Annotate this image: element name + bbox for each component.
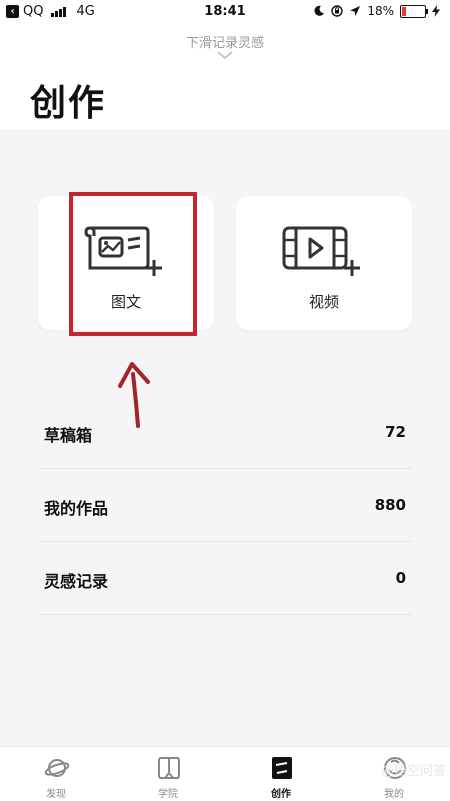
highlight-annotation-box: [69, 192, 197, 336]
list-item-count: 0: [395, 569, 406, 587]
tab-label: 发现: [46, 789, 66, 800]
tab-create[interactable]: 创作: [225, 747, 337, 801]
content-list: 草稿箱 72 我的作品 880 灵感记录 0: [38, 396, 412, 615]
battery-fill: [402, 6, 406, 16]
create-video-card[interactable]: 视频: [236, 196, 412, 330]
tab-academy[interactable]: 学院: [112, 747, 224, 801]
tab-label: 创作: [271, 789, 291, 800]
page-title: 创作: [30, 83, 107, 124]
page-header: 下滑记录灵感 创作: [0, 24, 450, 131]
card-label-video: 视频: [308, 293, 339, 311]
list-item-label: 灵感记录: [44, 572, 109, 591]
planet-icon: [44, 759, 70, 777]
battery-icon: [400, 4, 428, 18]
create-icon: [272, 757, 292, 779]
status-right: 18%: [313, 4, 440, 18]
chevron-down-icon: [217, 51, 233, 60]
location-icon: [350, 6, 361, 16]
charging-icon: [432, 5, 440, 17]
video-add-icon: [282, 226, 360, 276]
tab-label: 学院: [158, 789, 178, 800]
tab-label: 我的: [384, 789, 404, 800]
list-item-label: 草稿箱: [44, 426, 93, 445]
book-icon: [158, 757, 180, 779]
list-item-inspiration[interactable]: 灵感记录 0: [38, 542, 412, 615]
status-bar: ‹ QQ 4G 18:41 18%: [0, 0, 450, 24]
rotation-lock-icon: [331, 5, 344, 17]
list-item-drafts[interactable]: 草稿箱 72: [38, 396, 412, 469]
moon-icon: [314, 5, 325, 16]
list-item-my-works[interactable]: 我的作品 880: [38, 469, 412, 542]
tab-discover[interactable]: 发现: [0, 747, 112, 801]
list-item-count: 72: [385, 423, 406, 441]
list-item-count: 880: [374, 496, 406, 514]
watermark: @悟空问答: [380, 764, 446, 779]
list-item-label: 我的作品: [44, 499, 109, 518]
battery-percent: 18%: [367, 4, 394, 18]
pull-down-hint[interactable]: 下滑记录灵感: [0, 32, 450, 51]
